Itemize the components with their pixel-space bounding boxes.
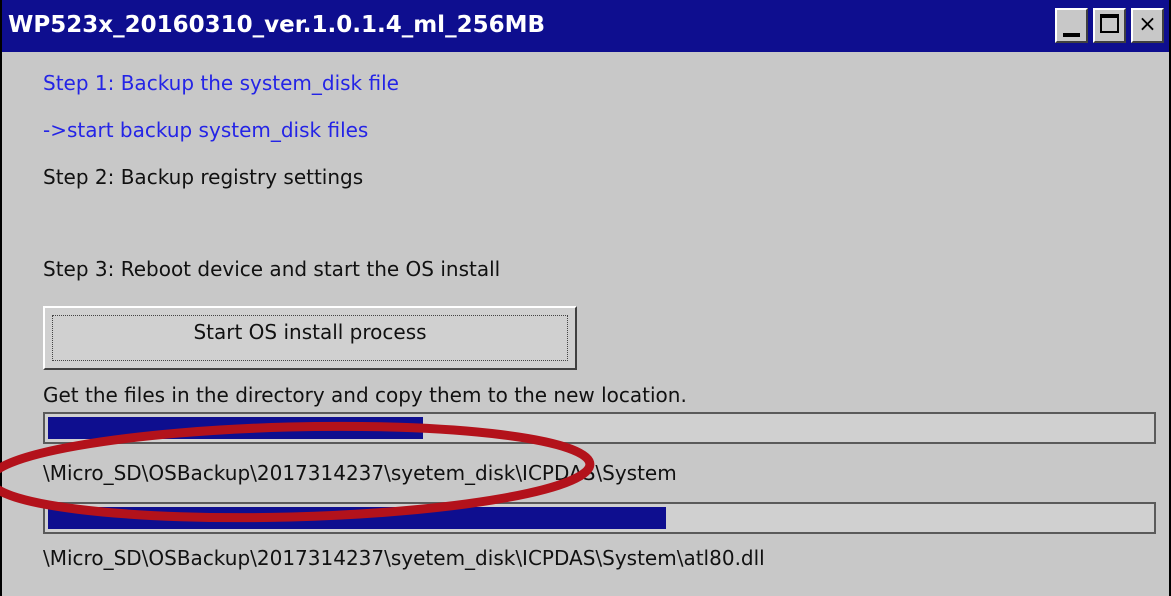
start-os-install-button[interactable]: Start OS install process — [43, 306, 577, 370]
minimize-button[interactable] — [1055, 8, 1088, 43]
close-icon: × — [1138, 12, 1157, 37]
folder-progress-fill — [48, 417, 423, 439]
start-os-install-label: Start OS install process — [193, 320, 427, 344]
step2-label: Step 2: Backup registry settings — [43, 165, 364, 189]
window-title: WP523x_20160310_ver.1.0.1.4_ml_256MB — [8, 12, 545, 38]
file-progress-fill — [48, 507, 666, 529]
close-button[interactable]: × — [1131, 8, 1164, 43]
title-bar[interactable]: WP523x_20160310_ver.1.0.1.4_ml_256MB × — [2, 0, 1169, 52]
maximize-button[interactable] — [1093, 8, 1126, 43]
folder-progress-bar — [43, 412, 1156, 444]
step1-status: ->start backup system_disk files — [43, 118, 369, 142]
current-file-path: \Micro_SD\OSBackup\2017314237\syetem_dis… — [43, 546, 765, 570]
maximize-icon — [1100, 14, 1119, 33]
installer-window: WP523x_20160310_ver.1.0.1.4_ml_256MB × S… — [0, 0, 1171, 596]
status-message: Get the files in the directory and copy … — [43, 383, 687, 407]
minimize-icon — [1063, 33, 1080, 37]
current-folder-path: \Micro_SD\OSBackup\2017314237\syetem_dis… — [43, 461, 677, 485]
step3-label: Step 3: Reboot device and start the OS i… — [43, 257, 501, 281]
step1-label: Step 1: Backup the system_disk file — [43, 71, 399, 95]
file-progress-bar — [43, 502, 1156, 534]
